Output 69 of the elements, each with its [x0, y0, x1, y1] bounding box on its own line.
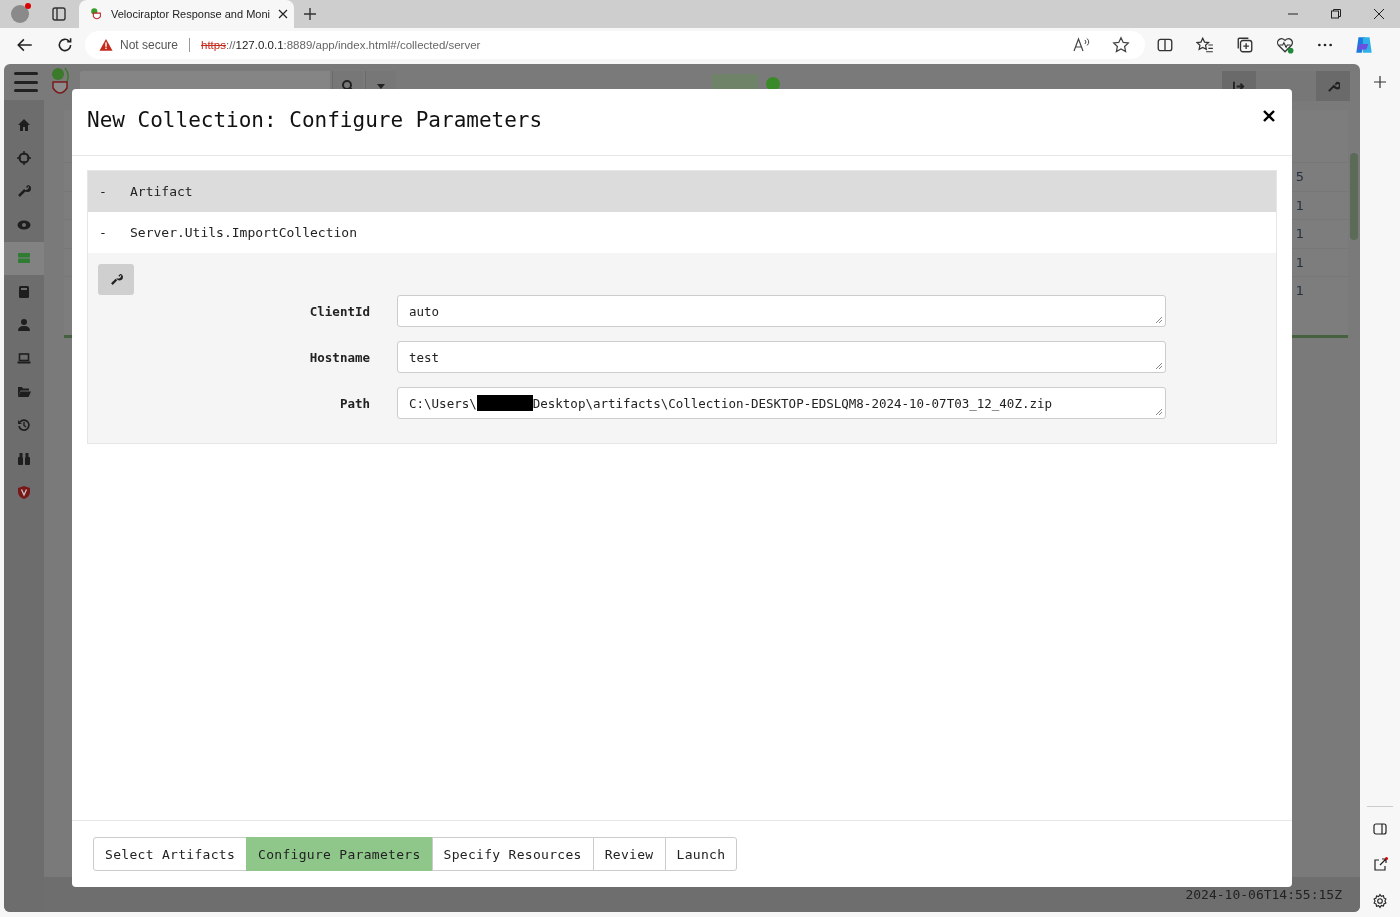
- security-label[interactable]: Not secure: [120, 38, 179, 52]
- home-icon: [17, 117, 31, 132]
- resize-grip-icon[interactable]: [1155, 316, 1163, 324]
- reload-icon[interactable]: [56, 36, 74, 54]
- step-button[interactable]: Review: [592, 837, 666, 871]
- close-window-icon[interactable]: [1373, 8, 1385, 20]
- sidebar-toggle-icon[interactable]: [1372, 821, 1388, 837]
- resize-grip-icon[interactable]: [1155, 362, 1163, 370]
- wrench-icon: [1326, 79, 1340, 93]
- back-icon[interactable]: [16, 36, 34, 54]
- table-cell: 1: [1295, 254, 1304, 270]
- restore-icon[interactable]: [1330, 8, 1342, 20]
- heartbeat-icon[interactable]: [1276, 36, 1294, 54]
- table-cell: 1: [1295, 283, 1304, 299]
- new-tab-icon[interactable]: [302, 6, 318, 22]
- dialog-title: New Collection: Configure Parameters: [87, 108, 544, 132]
- crosshair-icon: [17, 151, 31, 166]
- wrench-button[interactable]: [98, 264, 134, 295]
- parameter-label: ClientId: [308, 303, 370, 319]
- close-tab-icon[interactable]: [278, 9, 288, 19]
- collapse-toggle[interactable]: -: [88, 184, 130, 199]
- profile-icon[interactable]: [11, 5, 29, 23]
- text-field[interactable]: C:\Users\ Desktop\artifacts\Collection-DESKTOP-EDSLQM8-2024-10-07T03_12_40Z.zip: [397, 387, 1166, 419]
- settings-button[interactable]: [1316, 71, 1350, 101]
- scrollbar-thumb[interactable]: [1350, 153, 1358, 240]
- step-button[interactable]: Specify Resources: [431, 837, 594, 871]
- browser-tab[interactable]: Velociraptor Response and Moni: [79, 0, 294, 28]
- collapse-toggle[interactable]: -: [88, 225, 130, 240]
- step-button[interactable]: Select Artifacts: [93, 837, 248, 871]
- group-label[interactable]: Server.Utils.ImportCollection: [130, 225, 357, 240]
- read-aloud-icon[interactable]: [1073, 37, 1091, 53]
- parameter-label: Path: [338, 395, 370, 411]
- folder-icon: [17, 384, 31, 399]
- wrench-icon: [17, 184, 31, 199]
- favorites-icon[interactable]: [1196, 36, 1214, 54]
- table-cell: 5: [1295, 169, 1304, 185]
- wrench-icon: [109, 273, 123, 286]
- group-label[interactable]: Artifact: [130, 184, 193, 199]
- text-field[interactable]: test: [397, 341, 1166, 373]
- table-cell: 1: [1295, 197, 1304, 213]
- table-cell: 1: [1295, 226, 1304, 242]
- binoculars-icon: [17, 451, 31, 466]
- book-icon: [17, 284, 31, 299]
- tab-actions-icon[interactable]: [51, 6, 67, 22]
- warning-icon: [99, 38, 113, 52]
- external-link-icon[interactable]: [1372, 857, 1388, 873]
- shield-icon: [17, 485, 31, 499]
- step-button[interactable]: Launch: [664, 837, 738, 871]
- redaction-block: [476, 395, 533, 411]
- url-text[interactable]: https://127.0.0.1:8889/app/index.html#/collected/server: [201, 39, 481, 51]
- caret-icon: [376, 81, 386, 91]
- add-icon[interactable]: [1372, 74, 1388, 90]
- dinosaur-shield-icon: [89, 7, 103, 21]
- address-bar[interactable]: Not secure https://127.0.0.1:8889/app/index.html#/collected/server: [85, 31, 1145, 59]
- parameter-label: Hostname: [308, 349, 370, 365]
- split-screen-icon[interactable]: [1156, 36, 1174, 54]
- star-icon[interactable]: [1112, 36, 1130, 54]
- close-icon[interactable]: [1263, 110, 1275, 122]
- settings-icon[interactable]: [1372, 893, 1388, 909]
- collections-icon[interactable]: [1236, 36, 1254, 54]
- text-field[interactable]: auto: [397, 295, 1166, 327]
- history-icon: [17, 418, 31, 433]
- timestamp-text: 2024-10-06T14:55:15Z: [1185, 887, 1342, 902]
- user-icon: [17, 318, 31, 333]
- step-button[interactable]: Configure Parameters: [246, 837, 433, 871]
- laptop-icon: [17, 351, 31, 366]
- menu-icon[interactable]: [14, 72, 38, 92]
- server-icon: [17, 251, 31, 266]
- resize-grip-icon[interactable]: [1155, 408, 1163, 416]
